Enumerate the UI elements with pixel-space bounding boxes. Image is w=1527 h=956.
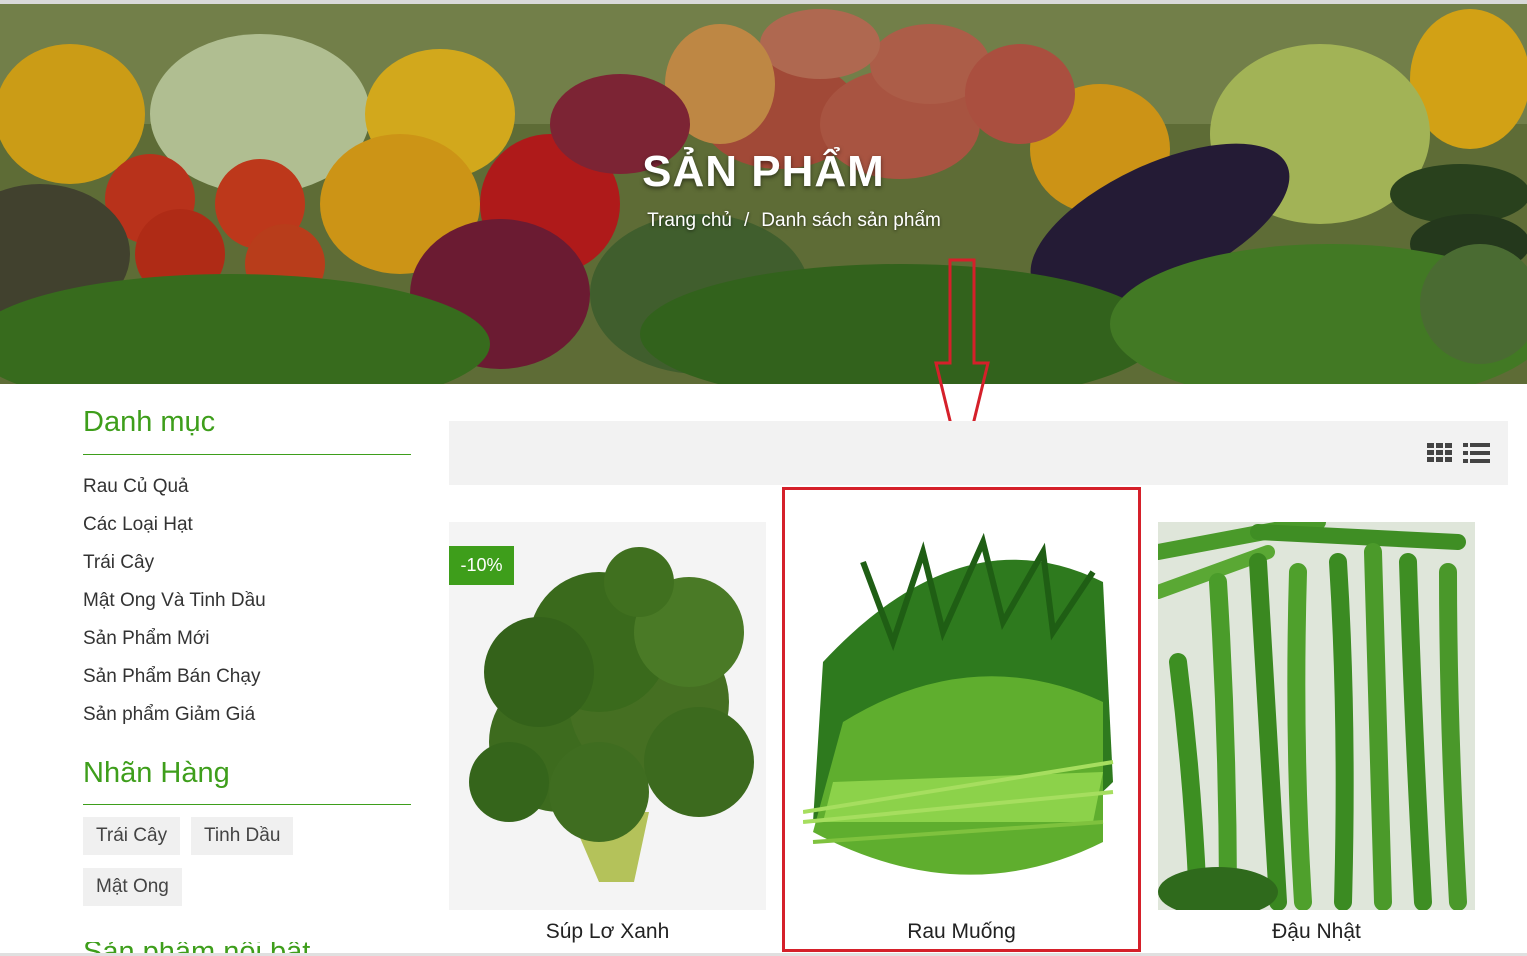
grid-view-icon[interactable] xyxy=(1427,443,1453,463)
categories-heading: Danh mục xyxy=(83,406,216,438)
breadcrumb-separator: / xyxy=(744,210,750,231)
product-image-dau-nhat[interactable] xyxy=(1158,522,1475,910)
category-link-rau-cu-qua[interactable]: Rau Củ Quả xyxy=(83,476,189,498)
category-link-trai-cay[interactable]: Trái Cây xyxy=(83,552,154,574)
discount-badge: -10% xyxy=(449,546,514,585)
category-link-san-pham-ban-chay[interactable]: Sản Phẩm Bán Chạy xyxy=(83,666,260,688)
category-link-san-pham-moi[interactable]: Sản Phẩm Mới xyxy=(83,628,210,650)
page-banner: SẢN PHẨM Trang chủ / Danh sách sản phẩm xyxy=(0,4,1527,384)
breadcrumb: Trang chủ / Danh sách sản phẩm xyxy=(0,210,1527,232)
product-toolbar xyxy=(449,421,1508,485)
category-link-mat-ong-va-tinh-dau[interactable]: Mật Ong Và Tinh Dầu xyxy=(83,590,266,612)
product-name-dau-nhat[interactable]: Đậu Nhật xyxy=(1158,920,1475,944)
product-name-sup-lo-xanh[interactable]: Súp Lơ Xanh xyxy=(449,920,766,944)
brands-divider xyxy=(83,804,411,805)
page-title: SẢN PHẨM xyxy=(642,147,885,196)
category-link-cac-loai-hat[interactable]: Các Loại Hạt xyxy=(83,514,193,536)
highlight-box xyxy=(782,487,1141,952)
tag-tinh-dau[interactable]: Tinh Dầu xyxy=(191,817,294,855)
tag-trai-cay[interactable]: Trái Cây xyxy=(83,817,181,855)
breadcrumb-current: Danh sách sản phẩm xyxy=(761,210,941,231)
tag-mat-ong[interactable]: Mật Ong xyxy=(83,868,182,906)
list-view-icon[interactable] xyxy=(1463,443,1491,463)
categories-divider xyxy=(83,454,411,455)
breadcrumb-home-link[interactable]: Trang chủ xyxy=(647,210,732,231)
green-beans-image xyxy=(1158,522,1475,910)
category-link-san-pham-giam-gia[interactable]: Sản phẩm Giảm Giá xyxy=(83,704,255,726)
brands-heading: Nhãn Hàng xyxy=(83,757,230,789)
